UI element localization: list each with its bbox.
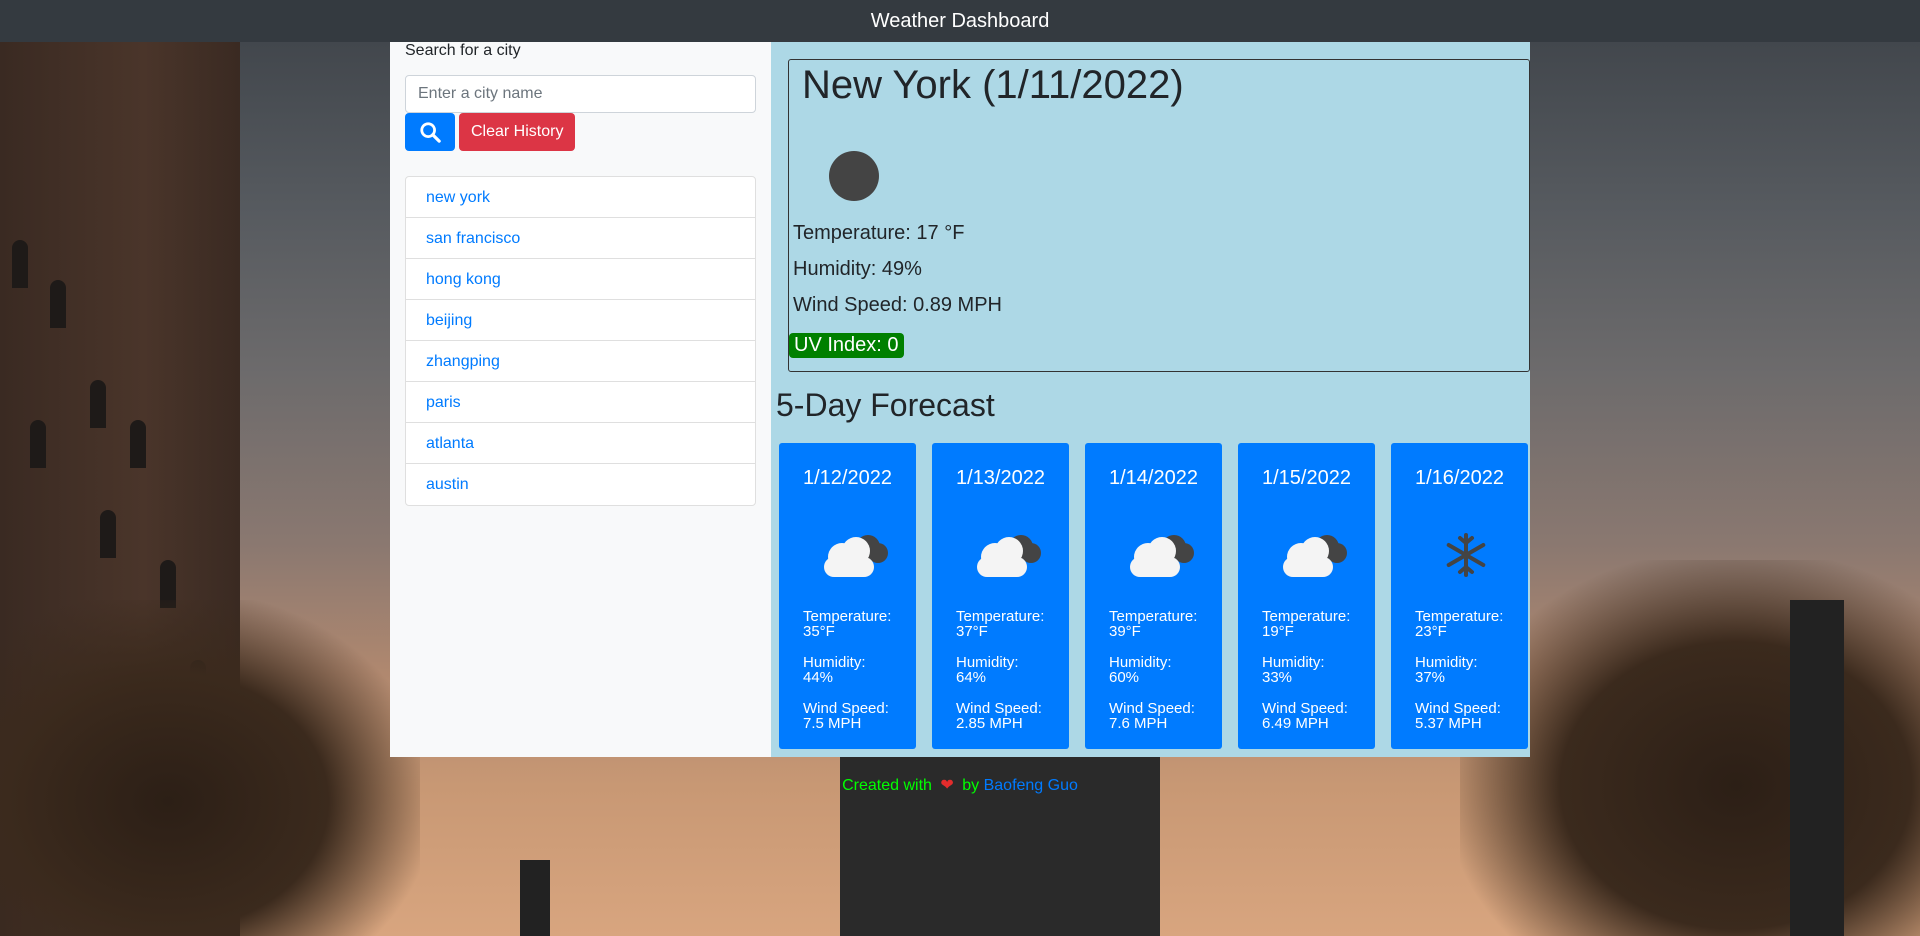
- forecast-wind: 2.85 MPH: [956, 715, 1023, 732]
- search-button-row: Clear History: [405, 113, 756, 151]
- current-temperature: Temperature: 17 °F: [793, 222, 965, 244]
- forecast-temperature-label: Temperature:: [803, 608, 892, 625]
- forecast-humidity-label: Humidity:: [1109, 654, 1172, 671]
- history-item[interactable]: atlanta: [406, 423, 755, 464]
- forecast-temperature: 39°F: [1109, 623, 1141, 640]
- forecast-title: 5-Day Forecast: [776, 387, 995, 423]
- forecast-temperature-label: Temperature:: [1109, 608, 1198, 625]
- cloudy-icon: [824, 535, 888, 577]
- search-input[interactable]: [405, 75, 756, 113]
- forecast-wind-label: Wind Speed:: [803, 700, 889, 717]
- forecast-card: 1/12/2022 Temperature: 35°F Humidity: 44…: [779, 443, 916, 749]
- author-link[interactable]: Baofeng Guo: [984, 777, 1078, 794]
- background-bridge-tower: [1830, 600, 1844, 936]
- footer-by: by: [962, 777, 980, 794]
- uv-index-badge: UV Index: 0: [789, 333, 904, 358]
- history-item[interactable]: beijing: [406, 300, 755, 341]
- footer: Created with ❤ by Baofeng Guo: [0, 775, 1920, 795]
- forecast-wind: 6.49 MPH: [1262, 715, 1329, 732]
- background-building: [840, 740, 1160, 936]
- city-title: New York (1/11/2022): [802, 63, 1184, 107]
- forecast-temperature-label: Temperature:: [956, 608, 1045, 625]
- clear-history-button[interactable]: Clear History: [459, 113, 576, 151]
- history-item[interactable]: paris: [406, 382, 755, 423]
- background-bridge-tower: [1790, 600, 1830, 936]
- forecast-wind: 7.6 MPH: [1109, 715, 1168, 732]
- current-humidity: Humidity: 49%: [793, 258, 922, 280]
- forecast-humidity-label: Humidity:: [956, 654, 1019, 671]
- forecast-card: 1/14/2022 Temperature: 39°F Humidity: 60…: [1085, 443, 1222, 749]
- forecast-card: 1/15/2022 Temperature: 19°F Humidity: 33…: [1238, 443, 1375, 749]
- forecast-temperature: 35°F: [803, 623, 835, 640]
- current-weather-card: New York (1/11/2022) Temperature: 17 °F …: [788, 59, 1530, 372]
- search-icon: [420, 122, 441, 143]
- forecast-wind-label: Wind Speed:: [1262, 700, 1348, 717]
- history-item[interactable]: san francisco: [406, 218, 755, 259]
- dashboard-panel: Search for a city Clear History new york…: [390, 42, 1530, 757]
- forecast-humidity-label: Humidity:: [1262, 654, 1325, 671]
- forecast-date: 1/13/2022: [956, 467, 1045, 489]
- cloudy-icon: [1130, 535, 1194, 577]
- history-item[interactable]: new york: [406, 177, 755, 218]
- forecast-humidity: 33%: [1262, 669, 1293, 686]
- forecast-humidity: 37%: [1415, 669, 1446, 686]
- forecast-wind-label: Wind Speed:: [956, 700, 1042, 717]
- weather-main: New York (1/11/2022) Temperature: 17 °F …: [771, 42, 1530, 757]
- forecast-card: 1/13/2022 Temperature: 37°F Humidity: 64…: [932, 443, 1069, 749]
- forecast-temperature: 19°F: [1262, 623, 1294, 640]
- history-item[interactable]: austin: [406, 464, 755, 505]
- heart-icon: ❤: [940, 777, 954, 794]
- forecast-wind: 5.37 MPH: [1415, 715, 1482, 732]
- forecast-humidity-label: Humidity:: [1415, 654, 1478, 671]
- forecast-temperature-label: Temperature:: [1262, 608, 1351, 625]
- forecast-humidity: 64%: [956, 669, 987, 686]
- forecast-card: 1/16/2022 Temperature: 23°F Humidity: 37…: [1391, 443, 1528, 749]
- forecast-humidity: 60%: [1109, 669, 1140, 686]
- forecast-temperature: 23°F: [1415, 623, 1447, 640]
- search-history-list: new york san francisco hong kong beijing…: [405, 176, 756, 506]
- night-clear-icon: [829, 151, 879, 201]
- cloudy-icon: [977, 535, 1041, 577]
- cloudy-icon: [1283, 535, 1347, 577]
- footer-created-with: Created with: [842, 777, 932, 794]
- forecast-wind-label: Wind Speed:: [1415, 700, 1501, 717]
- forecast-wind-label: Wind Speed:: [1109, 700, 1195, 717]
- background-bridge-tower: [520, 860, 550, 936]
- history-item[interactable]: hong kong: [406, 259, 755, 300]
- forecast-date: 1/15/2022: [1262, 467, 1351, 489]
- forecast-date: 1/14/2022: [1109, 467, 1198, 489]
- app-title: Weather Dashboard: [870, 9, 1050, 32]
- forecast-temperature: 37°F: [956, 623, 988, 640]
- current-wind-speed: Wind Speed: 0.89 MPH: [793, 294, 1002, 316]
- forecast-humidity-label: Humidity:: [803, 654, 866, 671]
- forecast-date: 1/12/2022: [803, 467, 892, 489]
- background-tree: [0, 600, 420, 936]
- forecast-humidity: 44%: [803, 669, 834, 686]
- search-button[interactable]: [405, 113, 455, 151]
- history-item[interactable]: zhangping: [406, 341, 755, 382]
- forecast-temperature-label: Temperature:: [1415, 608, 1504, 625]
- search-label: Search for a city: [405, 42, 521, 59]
- snow-icon: [1446, 533, 1486, 577]
- forecast-cards: 1/12/2022 Temperature: 35°F Humidity: 44…: [779, 443, 1528, 749]
- navbar: Weather Dashboard: [0, 0, 1920, 42]
- forecast-wind: 7.5 MPH: [803, 715, 862, 732]
- sidebar: Search for a city Clear History new york…: [390, 42, 771, 757]
- forecast-date: 1/16/2022: [1415, 467, 1504, 489]
